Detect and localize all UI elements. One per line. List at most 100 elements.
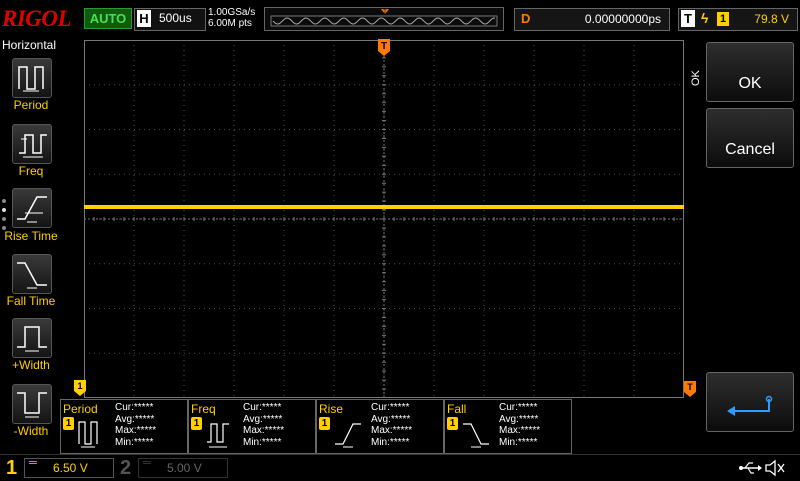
stat-cur: Cur:***** [243, 402, 282, 413]
usb-icon [739, 462, 762, 474]
delay-letter: D [521, 11, 531, 26]
menu-title: Horizontal [2, 38, 57, 52]
measurement-name: Fall [447, 402, 467, 416]
measurement-stats: Cur:***** Avg:***** Max:***** Min:***** [243, 402, 284, 448]
graticule [84, 40, 684, 398]
rise-time-button[interactable] [12, 188, 52, 228]
page-indicator-dot [2, 217, 6, 221]
trigger-letter: T [681, 10, 695, 27]
ch1-waveform-trace [84, 205, 684, 209]
ch1-scale: 6.50 V [53, 461, 88, 475]
timebase-scale: 500us [159, 11, 192, 25]
enter-arrow-icon [727, 395, 773, 416]
memory-overview-waveform: T [270, 9, 498, 27]
ch2-number[interactable]: 2 [120, 457, 131, 480]
speaker-muted-icon[interactable] [764, 458, 786, 478]
menu-side-label: OK [690, 70, 702, 86]
svg-text:T: T [383, 10, 387, 16]
stat-min: Min:***** [499, 436, 538, 448]
stat-max: Max:***** [243, 425, 285, 436]
memory-overview-strip[interactable]: T [264, 7, 504, 31]
measurement-result-freq[interactable]: Freq 1 Cur:***** Avg:***** Max:***** Min… [188, 399, 316, 454]
positive-width-label: +Width [12, 358, 50, 372]
period-button[interactable] [12, 58, 52, 98]
delay-value: 0.00000000ps [584, 12, 661, 26]
positive-width-icon [17, 326, 47, 352]
delay-box[interactable]: D 0.00000000ps [514, 8, 670, 31]
fall-time-button[interactable] [12, 254, 52, 294]
frequency-icon [207, 423, 229, 448]
ch1-offset-marker[interactable]: 1 [74, 380, 86, 396]
rising-edge-icon: ϟ [701, 10, 709, 26]
page-indicator-dot [2, 226, 6, 230]
rise-time-icon [335, 423, 361, 448]
stat-avg: Avg:***** [499, 413, 539, 425]
freq-label: Freq [18, 164, 44, 178]
negative-width-label: -Width [13, 424, 49, 438]
period-label: Period [13, 98, 49, 112]
trigger-box[interactable]: T ϟ 1 79.8 V [678, 8, 798, 31]
top-status-bar: RIGOL AUTO H 500us 1.00GSa/s 6.00M pts T… [0, 0, 800, 36]
stat-avg: Avg:***** [115, 413, 155, 425]
stat-avg: Avg:***** [371, 413, 411, 425]
measurement-name: Period [63, 402, 98, 416]
timebase-letter: H [137, 10, 151, 27]
page-indicator-dot [2, 199, 6, 203]
stat-min: Min:***** [371, 436, 410, 448]
frequency-icon [19, 134, 47, 158]
ch1-number[interactable]: 1 [6, 457, 17, 480]
trigger-source: 1 [717, 12, 729, 26]
measurement-channel: 1 [447, 417, 458, 430]
overview-wave [272, 17, 495, 25]
period-icon [78, 421, 98, 448]
dc-coupling-icon: ═ [143, 457, 151, 469]
measurement-stats: Cur:***** Avg:***** Max:***** Min:***** [499, 402, 540, 448]
enter-button[interactable] [706, 372, 794, 432]
cancel-label: Cancel [725, 141, 775, 158]
trigger-level-marker[interactable]: T [684, 381, 696, 397]
measurement-result-period[interactable]: Period 1 Cur:***** Avg:***** Max:***** M… [60, 399, 188, 454]
measurement-stats: Cur:***** Avg:***** Max:***** Min:***** [115, 402, 156, 448]
positive-width-button[interactable] [12, 318, 52, 358]
stat-max: Max:***** [499, 425, 541, 436]
ch2-scale: 5.00 V [167, 461, 202, 475]
svg-text:T: T [687, 382, 693, 392]
ch1-scale-box[interactable]: ═ 6.50 V [24, 457, 114, 478]
negative-width-icon [17, 392, 47, 418]
cancel-button[interactable]: Cancel [706, 108, 794, 168]
dc-coupling-icon: ═ [29, 457, 37, 469]
freq-button[interactable] [12, 124, 52, 164]
negative-width-button[interactable] [12, 384, 52, 424]
stat-min: Min:***** [243, 436, 282, 448]
stat-avg: Avg:***** [243, 413, 283, 425]
stat-min: Min:***** [115, 436, 154, 448]
measurement-channel: 1 [63, 417, 74, 430]
ok-button[interactable]: OK [706, 42, 794, 102]
channel-status-bar: 1 ═ 6.50 V 2 ═ 5.00 V [0, 454, 800, 481]
ch2-scale-box[interactable]: ═ 5.00 V [138, 457, 228, 478]
svg-text:1: 1 [77, 381, 82, 391]
fall-time-icon [463, 423, 489, 448]
waveform-display[interactable] [84, 40, 684, 398]
stat-max: Max:***** [115, 425, 157, 436]
measurement-stats: Cur:***** Avg:***** Max:***** Min:***** [371, 402, 412, 448]
brand-logo: RIGOL [2, 6, 72, 31]
fall-time-label: Fall Time [6, 294, 56, 308]
trigger-position-marker[interactable]: T [378, 39, 390, 57]
sample-rate: 1.00GSa/s [208, 7, 256, 18]
run-status-badge[interactable]: AUTO [84, 8, 132, 29]
measurement-channel: 1 [191, 417, 202, 430]
acquisition-info: 1.00GSa/s 6.00M pts [208, 7, 255, 29]
stat-max: Max:***** [371, 425, 413, 436]
timebase-box[interactable]: H 500us [134, 8, 206, 31]
fall-time-icon [17, 262, 47, 289]
measurement-name: Rise [319, 402, 344, 416]
measurement-result-fall[interactable]: Fall 1 Cur:***** Avg:***** Max:***** Min… [444, 399, 572, 454]
svg-text:T: T [381, 41, 387, 52]
page-indicator-dot [2, 208, 6, 212]
rise-time-icon [17, 196, 47, 223]
measurement-channel: 1 [319, 417, 330, 430]
measurement-result-rise[interactable]: Rise 1 Cur:***** Avg:***** Max:***** Min… [316, 399, 444, 454]
ok-label: OK [738, 75, 762, 92]
stat-cur: Cur:***** [115, 402, 154, 413]
